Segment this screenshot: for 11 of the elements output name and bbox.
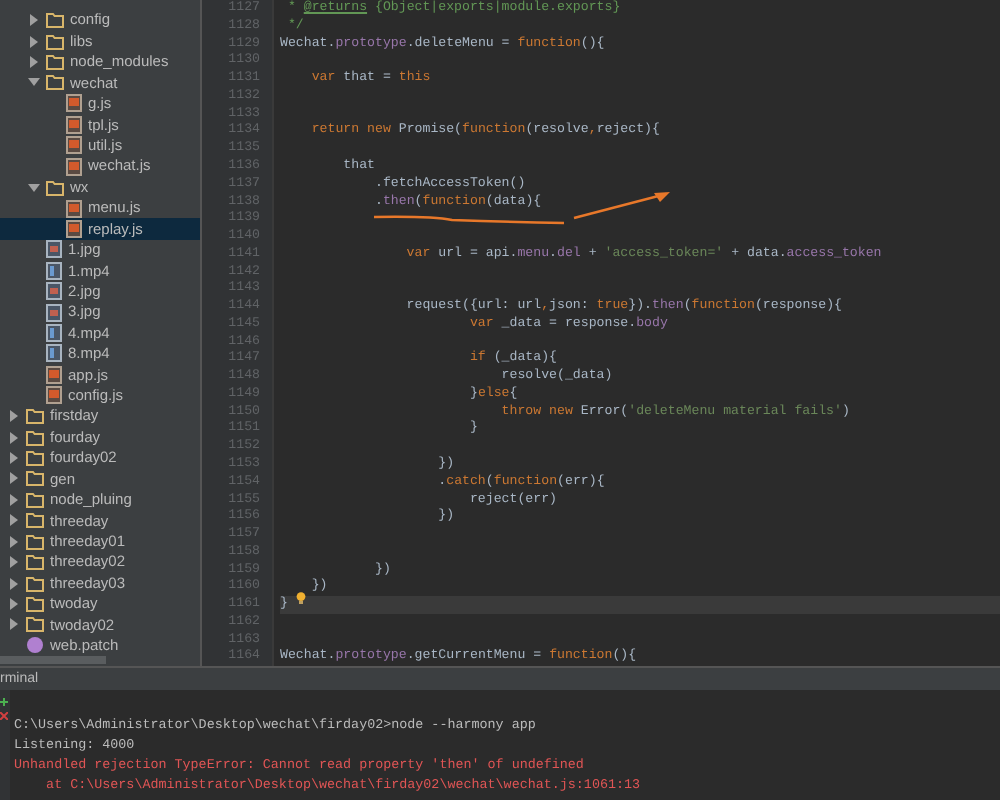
plus-icon[interactable]	[0, 698, 8, 706]
image-file-icon	[46, 240, 62, 259]
scrollbar[interactable]	[0, 656, 106, 665]
lightbulb-icon[interactable]	[296, 592, 306, 604]
video-file-icon	[46, 261, 62, 280]
expanded-arrow-icon[interactable]	[28, 181, 40, 194]
arrow-drawing	[572, 188, 672, 220]
close-icon[interactable]	[0, 712, 8, 720]
folder-icon	[46, 179, 64, 196]
patch-file-icon	[26, 636, 44, 655]
expanded-arrow-icon[interactable]	[28, 76, 40, 89]
